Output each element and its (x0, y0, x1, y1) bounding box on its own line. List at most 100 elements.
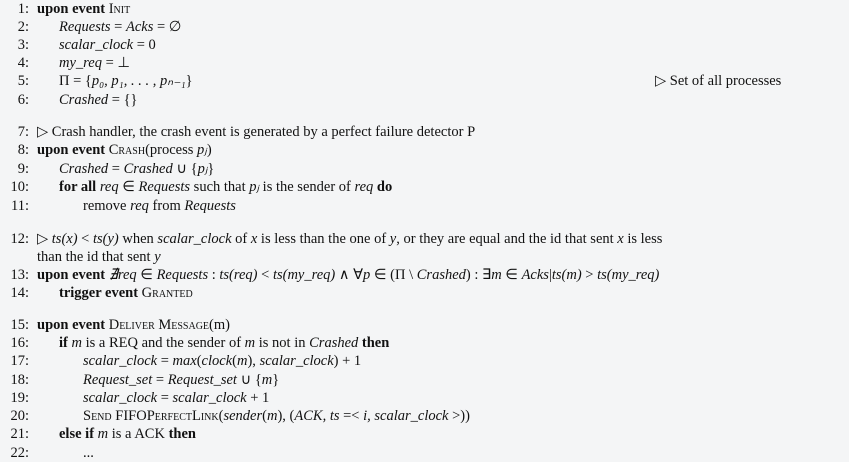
text-segment: if (59, 335, 72, 351)
text-segment: (process (145, 142, 198, 158)
text-segment: : (208, 267, 220, 283)
line-number: 5: (17, 73, 29, 89)
text-segment: is not in (255, 335, 310, 351)
text-segment: is a ACK (108, 426, 169, 442)
text-segment: max (172, 353, 197, 369)
text-segment: upon event (37, 1, 109, 17)
text-segment: upon event (37, 142, 109, 158)
line-content: Request_set = Request_set ∪ {m} (83, 371, 279, 389)
text-segment: Deliver Message (108, 317, 210, 333)
text-segment: Send (83, 408, 112, 424)
text-segment: for all (59, 179, 100, 195)
line-number: 2: (17, 19, 29, 35)
text-segment: req (130, 198, 149, 214)
text-segment: Requests (138, 179, 191, 195)
algorithm-line: 22:... (0, 444, 849, 462)
algorithm-line: 16: if m is a REQ and the sender of m is … (0, 334, 849, 352)
line-number: 12: (10, 231, 29, 247)
line-number: 19: (10, 390, 29, 406)
line-number: 20: (10, 408, 29, 424)
text-segment: ∧ ∀ (335, 267, 364, 283)
line-content: ... (83, 444, 94, 462)
text-segment: ∄req (108, 267, 137, 283)
text-segment: pⱼ (249, 179, 260, 195)
line-number: 7: (17, 124, 29, 140)
text-segment: pⱼ (197, 142, 207, 158)
text-segment: scalar_clock (157, 231, 232, 247)
text-segment: m (491, 267, 502, 283)
text-segment: ts(my_req) (597, 267, 660, 283)
text-segment: Crashed (123, 161, 173, 177)
text-segment: Crashed (59, 161, 109, 177)
line-content: than the id that sent y (37, 248, 161, 266)
text-segment: PerfectLink (146, 408, 219, 424)
line-content: for all req ∈ Requests such that pⱼ is t… (59, 178, 392, 196)
text-segment: scalar_clock (83, 353, 158, 369)
text-segment: scalar_clock (59, 37, 134, 53)
line-content: trigger event Granted (59, 284, 193, 302)
text-segment: FIFO (111, 408, 147, 424)
text-segment: Π = { (59, 73, 92, 89)
text-segment: = (157, 353, 173, 369)
text-segment: y (154, 249, 161, 265)
line-content: remove req from Requests (83, 197, 236, 215)
line-number: 9: (17, 161, 29, 177)
text-segment: req (99, 179, 119, 195)
algorithm-line: 17: scalar_clock = max(clock(m), scalar_c… (0, 352, 849, 370)
text-segment: } (272, 372, 280, 388)
line-number: 1: (17, 1, 29, 17)
text-segment: ∈ (501, 267, 522, 283)
text-segment: ACK, ts (294, 408, 340, 424)
line-content: if m is a REQ and the sender of m is not… (59, 334, 389, 352)
text-segment: = 0 (133, 37, 156, 53)
text-segment: < (257, 267, 273, 283)
text-segment: ∪ { (236, 372, 262, 388)
line-number: 11: (11, 198, 29, 214)
text-segment: ts(m) (551, 267, 582, 283)
algorithm-line: 4: my_req = ⊥ (0, 54, 849, 72)
text-segment: is a REQ and the sender of (81, 335, 245, 351)
line-number: 21: (10, 426, 29, 442)
text-segment: then (358, 335, 390, 351)
text-segment: upon event (37, 317, 109, 333)
line-number: 18: (10, 372, 29, 388)
line-number: 3: (17, 37, 29, 53)
line-content: Crashed = Crashed ∪ {pⱼ} (59, 160, 214, 178)
text-segment: (m) (209, 317, 230, 333)
text-segment: >)) (448, 408, 470, 424)
text-segment: m (261, 372, 273, 388)
text-segment: ), (247, 353, 260, 369)
algorithm-line: 13: upon event ∄req ∈ Requests : ts(req) … (0, 266, 849, 284)
text-segment: Granted (141, 285, 193, 301)
text-segment: Acks (521, 267, 549, 283)
text-segment: m (71, 335, 82, 351)
text-segment: p₀, p₁, . . . , pₙ₋₁ (91, 73, 186, 89)
text-segment: scalar_clock (259, 353, 334, 369)
text-segment: ts(req) (219, 267, 258, 283)
line-content: Π = {p₀, p₁, . . . , pₙ₋₁} (59, 72, 193, 90)
text-segment: = (152, 372, 168, 388)
line-content: upon event ∄req ∈ Requests : ts(req) < t… (37, 266, 659, 284)
text-segment: Acks (125, 19, 154, 35)
line-content: Crashed = {} (59, 91, 138, 109)
text-segment: m (236, 353, 248, 369)
text-segment: from (148, 198, 185, 214)
algorithm-line: 3: scalar_clock = 0 (0, 36, 849, 54)
text-segment: when (118, 231, 158, 247)
text-segment: upon event (37, 267, 109, 283)
text-segment: =< (339, 408, 364, 424)
line-content: scalar_clock = 0 (59, 36, 156, 54)
line-content: Requests = Acks = ∅ (59, 18, 181, 36)
text-segment: = {} (108, 92, 138, 108)
text-segment: ) : ∃ (465, 267, 492, 283)
line-content: scalar_clock = scalar_clock + 1 (83, 389, 269, 407)
text-segment: = ⊥ (101, 55, 131, 71)
text-segment: ts(y) (92, 231, 119, 247)
algorithm-line: 12: ▷ ts(x) < ts(y) when scalar_clock of … (0, 230, 849, 248)
algorithm-line: 18: Request_set = Request_set ∪ {m} (0, 371, 849, 389)
text-segment: my_req (59, 55, 102, 71)
text-segment: Crashed (59, 92, 109, 108)
text-segment: req (354, 179, 374, 195)
algorithm-line: 11: remove req from Requests (0, 197, 849, 215)
line-number: 17: (10, 353, 29, 369)
